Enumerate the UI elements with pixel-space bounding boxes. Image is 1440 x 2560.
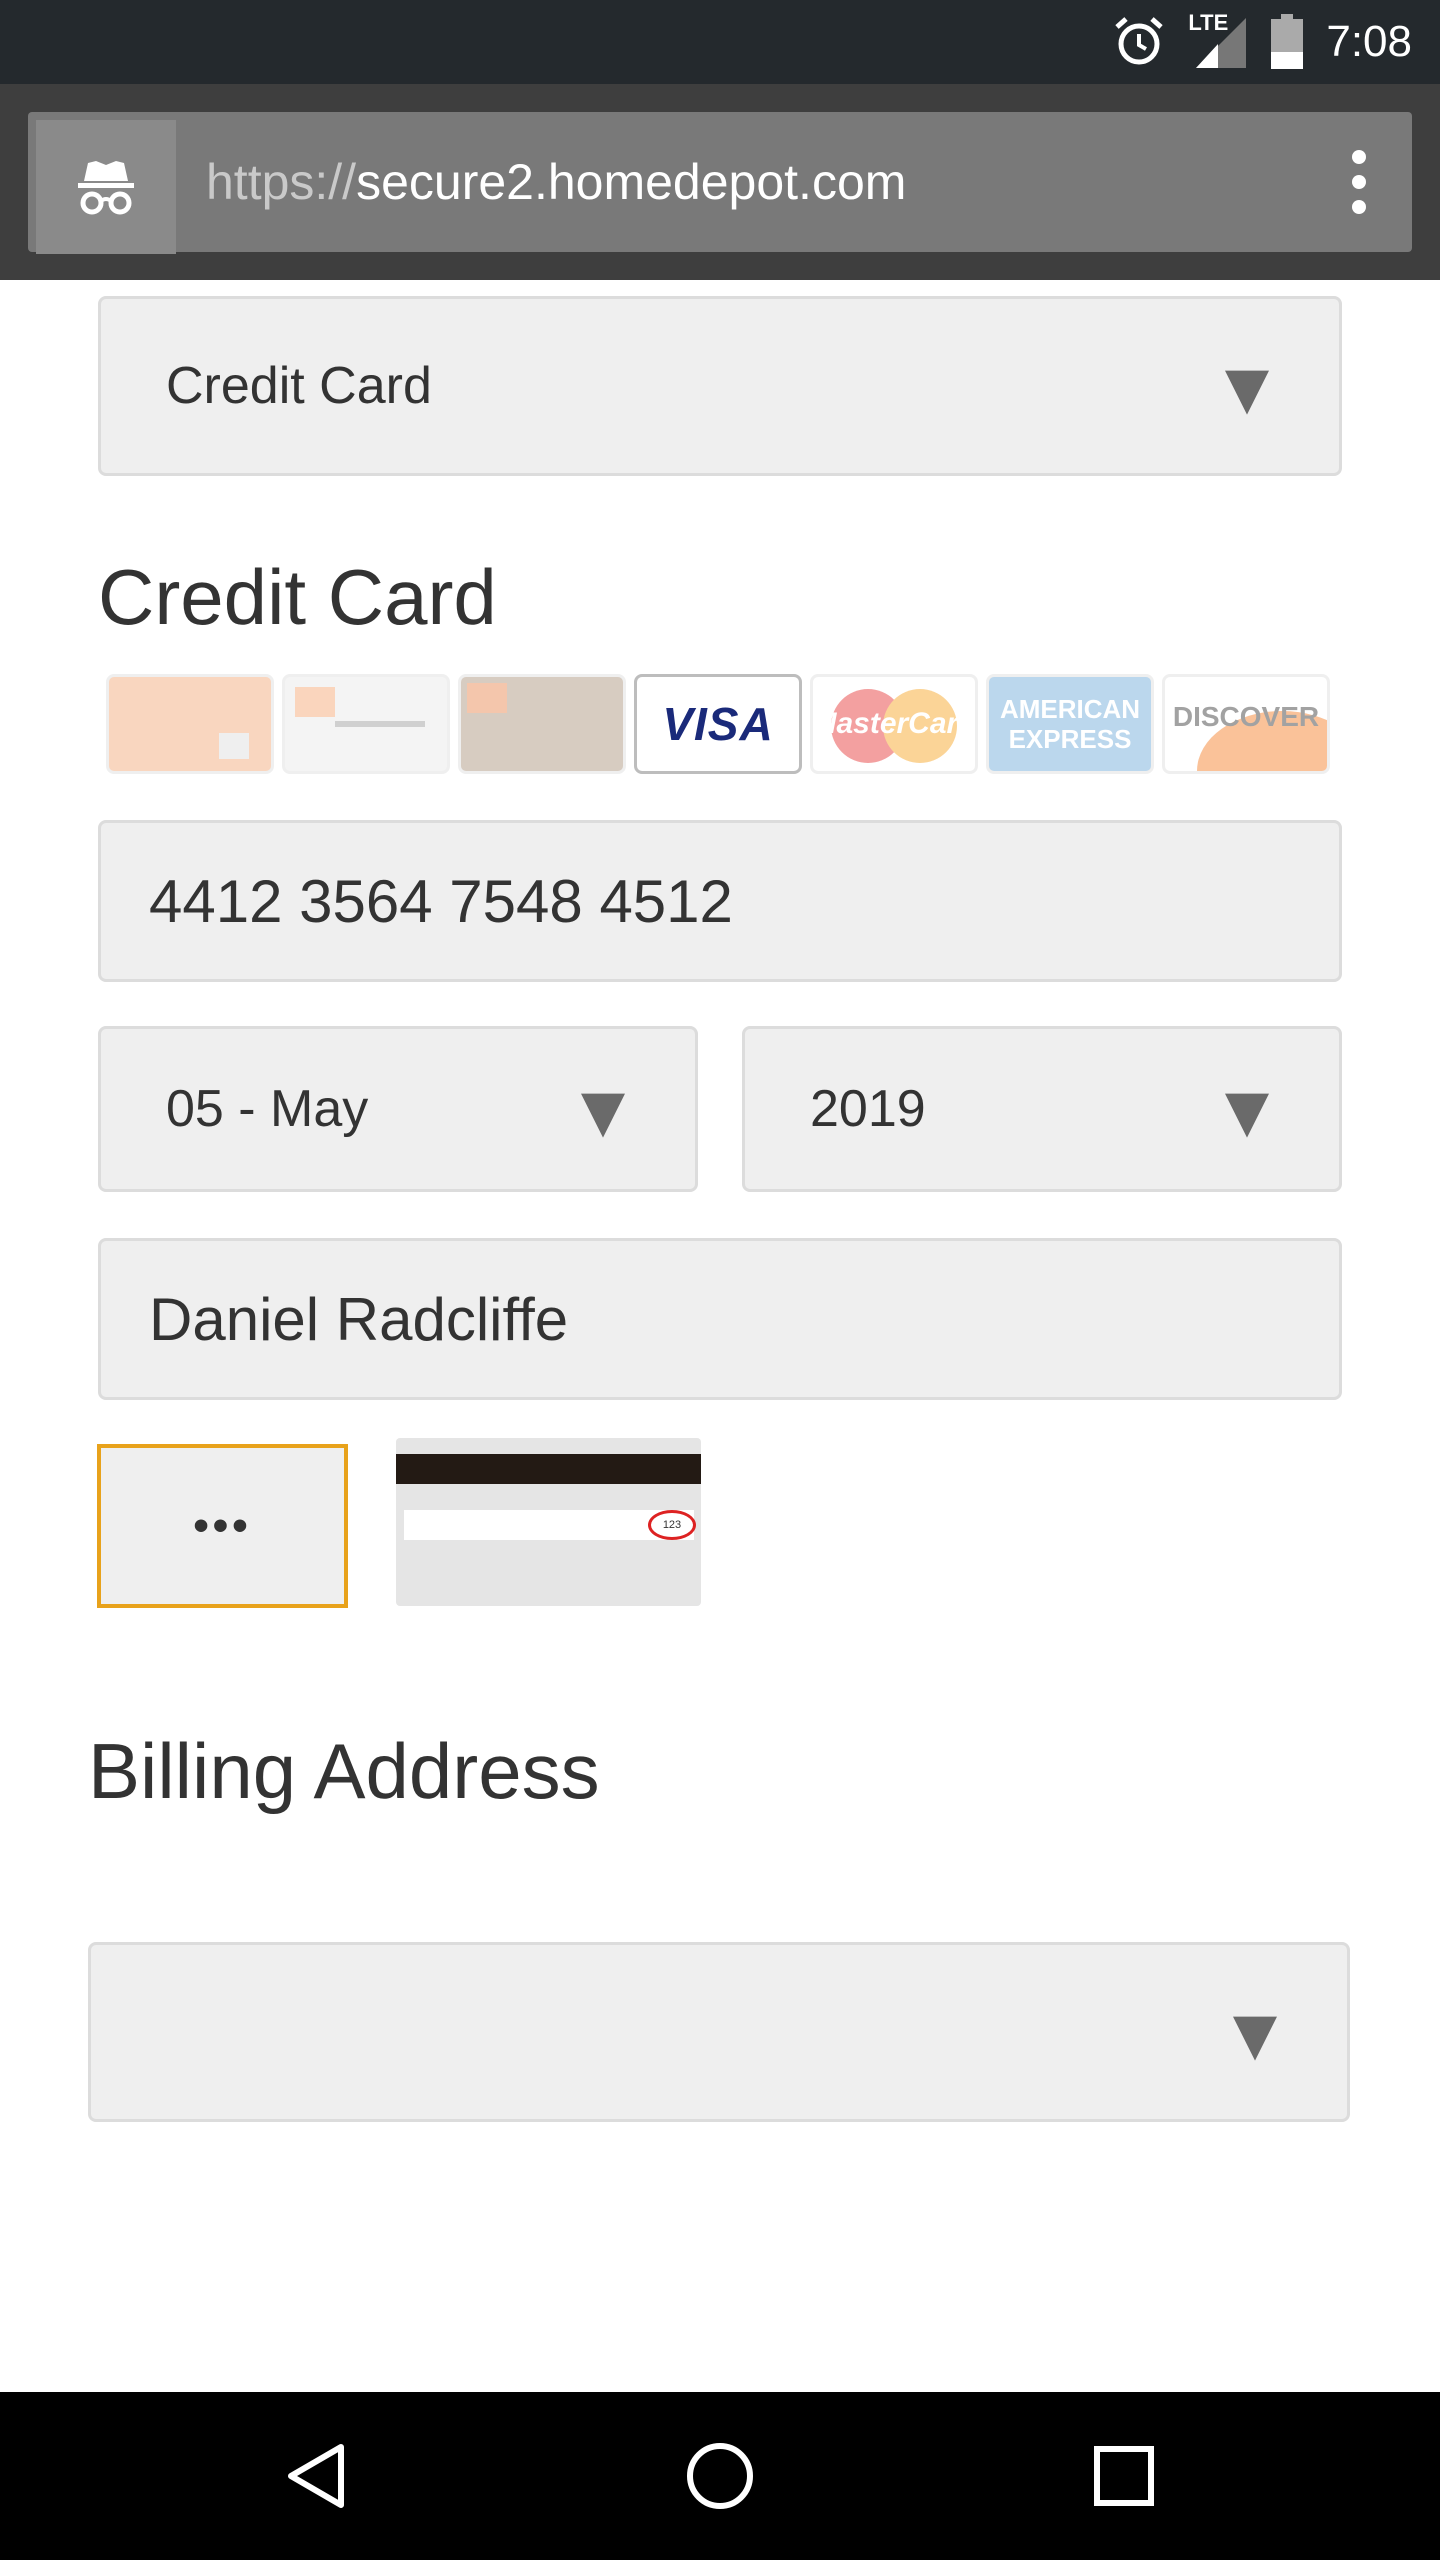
chevron-down-icon: [581, 1093, 625, 1138]
alarm-icon: [1115, 17, 1164, 65]
status-bar: LTE 7:08: [0, 0, 1440, 84]
hd-commercial-account-logo[interactable]: [282, 674, 450, 774]
card-number-value: 4412 3564 7548 4512: [149, 867, 733, 935]
system-nav-bar: [0, 2392, 1440, 2560]
battery-icon: [1271, 14, 1304, 69]
chevron-down-icon: [1225, 370, 1269, 415]
security-code-input[interactable]: •••: [97, 1444, 348, 1608]
amex-logo[interactable]: AMERICAN EXPRESS: [986, 674, 1154, 774]
billing-address-select[interactable]: [88, 1942, 1350, 2122]
chevron-down-icon: [1233, 2016, 1277, 2061]
visa-logo[interactable]: VISA: [634, 674, 802, 774]
incognito-icon[interactable]: [36, 120, 176, 254]
cvv-hint-image: 123: [396, 1438, 701, 1606]
name-on-card-value: Daniel Radcliffe: [149, 1285, 569, 1353]
mastercard-logo[interactable]: MasterCard: [810, 674, 978, 774]
credit-card-heading: Credit Card: [98, 553, 497, 641]
exp-year-select[interactable]: 2019: [742, 1026, 1342, 1192]
payment-method-select[interactable]: Credit Card: [98, 296, 1342, 476]
payment-method-value: Credit Card: [166, 357, 432, 415]
mastercard-label: MasterCard: [811, 707, 977, 740]
home-icon[interactable]: [650, 2392, 790, 2560]
card-number-input[interactable]: 4412 3564 7548 4512: [98, 820, 1342, 982]
amex-label: AMERICAN EXPRESS: [999, 694, 1141, 754]
url-bar[interactable]: https://secure2.homedepot.com: [28, 112, 1412, 254]
url-scheme: https://: [206, 154, 357, 210]
back-icon[interactable]: [246, 2392, 386, 2560]
hd-consumer-card-logo[interactable]: [106, 674, 274, 774]
cvv-hint-label: 123: [648, 1510, 696, 1540]
signal-icon: LTE: [1188, 10, 1248, 70]
card-type-list: VISA MasterCard AMERICAN EXPRESS DISCOVE…: [106, 674, 1330, 778]
browser-toolbar: https://secure2.homedepot.com: [0, 84, 1440, 280]
url-text[interactable]: https://secure2.homedepot.com: [206, 112, 906, 252]
discover-logo[interactable]: DISCOVER: [1162, 674, 1330, 774]
url-host: secure2.homedepot.com: [356, 154, 907, 210]
billing-address-heading: Billing Address: [88, 1727, 600, 1815]
hd-commercial-revolving-logo[interactable]: [458, 674, 626, 774]
discover-label: DISCOVER: [1172, 701, 1320, 732]
clock: 7:08: [1326, 17, 1412, 66]
name-on-card-input[interactable]: Daniel Radcliffe: [98, 1238, 1342, 1400]
exp-month-value: 05 - May: [166, 1080, 369, 1138]
security-code-value: •••: [193, 1501, 252, 1550]
chevron-down-icon: [1225, 1093, 1269, 1138]
visa-label: VISA: [662, 698, 774, 750]
overflow-menu-icon[interactable]: [1344, 150, 1374, 214]
exp-year-value: 2019: [810, 1080, 926, 1138]
recents-icon[interactable]: [1054, 2392, 1194, 2560]
exp-month-select[interactable]: 05 - May: [98, 1026, 698, 1192]
